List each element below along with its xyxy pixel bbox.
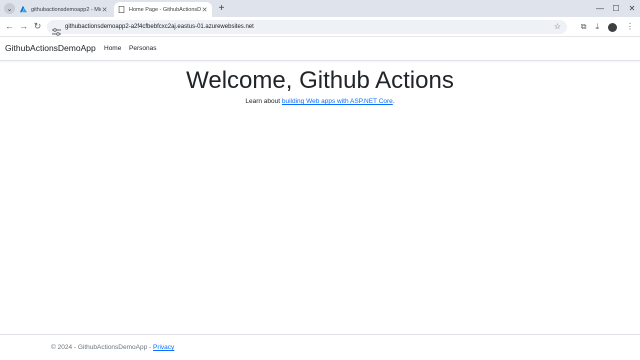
site-brand[interactable]: GithubActionsDemoApp (5, 37, 96, 60)
tab-close-icon[interactable]: ✕ (201, 6, 208, 14)
page-icon (118, 6, 125, 13)
browser-tab-home-page[interactable]: Home Page - GithubActionsDe ✕ (114, 2, 212, 17)
tab-close-icon[interactable]: ✕ (101, 6, 108, 14)
forward-arrow-icon[interactable]: → (18, 21, 29, 32)
page-title: Welcome, Github Actions (186, 67, 454, 94)
back-arrow-icon[interactable]: ← (4, 21, 15, 32)
download-icon[interactable]: ⤓ (595, 21, 599, 33)
tab-title: Home Page - GithubActionsDe (129, 6, 201, 13)
bookmark-star-icon[interactable]: ☆ (554, 20, 561, 34)
browser-toolbar: ← → ↻ githubactionsdemoapp2-a2f4cfbebfcx… (0, 17, 640, 37)
browser-tab-azure[interactable]: githubactionsdemoapp2 - Micr ✕ (16, 2, 112, 17)
subtitle-suffix: . (392, 98, 395, 105)
aspnet-docs-link[interactable]: building Web apps with ASP.NET Core (282, 98, 393, 105)
site-footer: © 2024 - GithubActionsDemoApp - Privacy (0, 334, 640, 360)
window-controls: — ☐ ✕ (592, 0, 640, 17)
toolbar-actions: ⧉ ⤓ ⋮ (581, 21, 634, 33)
minimize-icon[interactable]: — (592, 0, 608, 17)
url-text[interactable]: githubactionsdemoapp2-a2f4cfbebfcxc2aj.e… (65, 20, 254, 34)
maximize-icon[interactable]: ☐ (608, 0, 624, 17)
browser-tabstrip: ⌄ githubactionsdemoapp2 - Micr ✕ Home Pa… (0, 0, 640, 17)
nav-link-home[interactable]: Home (104, 37, 121, 60)
page-subtitle: Learn about building Web apps with ASP.N… (0, 98, 640, 105)
new-tab-button[interactable]: + (216, 2, 227, 15)
profile-avatar[interactable] (608, 22, 617, 32)
site-info-icon[interactable] (52, 23, 61, 36)
site-navbar: GithubActionsDemoApp Home Personas (0, 37, 640, 61)
extensions-icon[interactable]: ⧉ (581, 21, 587, 33)
azure-icon (20, 6, 27, 13)
reload-icon[interactable]: ↻ (32, 21, 43, 32)
tab-title: githubactionsdemoapp2 - Micr (31, 6, 101, 13)
close-window-icon[interactable]: ✕ (624, 0, 640, 17)
browser-menu-icon[interactable]: ⋮ (626, 21, 634, 33)
privacy-link[interactable]: Privacy (153, 344, 174, 351)
nav-link-personas[interactable]: Personas (129, 37, 156, 60)
address-bar[interactable]: githubactionsdemoapp2-a2f4cfbebfcxc2aj.e… (47, 20, 567, 36)
chevron-down-icon: ⌄ (6, 5, 13, 13)
tab-search-button[interactable]: ⌄ (4, 3, 15, 14)
footer-copyright: © 2024 - GithubActionsDemoApp - (51, 344, 153, 351)
footer-text: © 2024 - GithubActionsDemoApp - Privacy (51, 344, 174, 351)
subtitle-prefix: Learn about (245, 98, 282, 105)
